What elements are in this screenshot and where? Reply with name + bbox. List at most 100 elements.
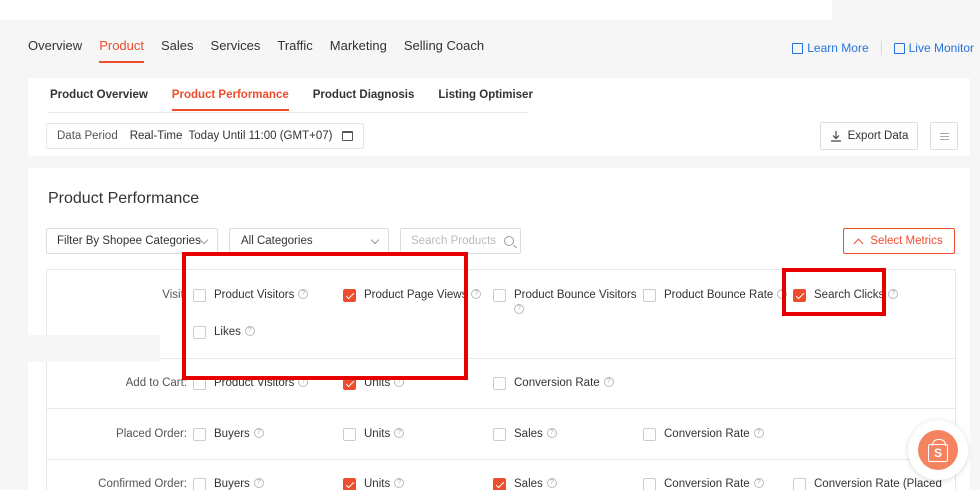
checkbox[interactable] — [793, 478, 806, 490]
tab-services[interactable]: Services — [211, 38, 261, 63]
metric-confirmed-conversion-rate[interactable]: Conversion Rate ? — [643, 478, 764, 490]
metric-search-clicks[interactable]: Search Clicks ? — [793, 289, 899, 302]
metric-label: Buyers — [214, 478, 250, 490]
data-period-picker[interactable]: Data Period Real-Time Today Until 11:00 … — [46, 123, 365, 149]
help-icon[interactable]: ? — [546, 428, 557, 438]
category-select[interactable]: All Categories — [229, 228, 389, 254]
search-placeholder: Search Products — [411, 235, 497, 247]
live-monitor-link[interactable]: Live Monitor — [893, 41, 974, 55]
checkbox-checked[interactable] — [793, 289, 806, 302]
tab-overview[interactable]: Overview — [28, 38, 82, 63]
help-icon[interactable]: ? — [603, 377, 614, 387]
metric-product-visitors[interactable]: Product Visitors ? — [193, 289, 309, 302]
export-data-button[interactable]: Export Data — [820, 122, 918, 150]
menu-icon-line — [939, 138, 949, 140]
metric-cart-conversion-rate[interactable]: Conversion Rate ? — [493, 377, 614, 390]
metric-placed-buyers[interactable]: Buyers ? — [193, 428, 264, 441]
metric-likes[interactable]: Likes ? — [193, 326, 255, 339]
metric-label: Conversion Rate — [514, 377, 600, 389]
metric-confirmed-buyers[interactable]: Buyers ? — [193, 478, 264, 490]
tab-selling-coach[interactable]: Selling Coach — [404, 38, 484, 63]
metric-label: Sales — [514, 428, 543, 440]
checkbox[interactable] — [193, 326, 206, 339]
checkbox[interactable] — [643, 289, 656, 302]
checkbox[interactable] — [493, 428, 506, 441]
checkbox[interactable] — [343, 428, 356, 441]
metric-confirmed-sales[interactable]: Sales ? — [493, 478, 557, 490]
category-filter-dropdown[interactable]: Filter By Shopee Categories — [46, 228, 218, 254]
subtab-product-overview[interactable]: Product Overview — [50, 89, 148, 111]
help-icon[interactable]: ? — [471, 289, 482, 299]
tab-sales[interactable]: Sales — [161, 38, 194, 63]
menu-button[interactable] — [930, 122, 958, 150]
checkbox-checked[interactable] — [343, 478, 356, 490]
metric-placed-sales[interactable]: Sales ? — [493, 428, 557, 441]
tab-marketing[interactable]: Marketing — [330, 38, 387, 63]
data-period-label: Data Period — [57, 130, 118, 142]
help-icon[interactable]: ? — [546, 478, 557, 488]
search-products-input[interactable]: Search Products — [400, 228, 521, 254]
metric-product-page-views[interactable]: Product Page Views ? — [343, 289, 482, 302]
select-metrics-button[interactable]: Select Metrics — [843, 228, 955, 254]
help-icon[interactable]: ? — [244, 326, 255, 336]
help-icon[interactable]: ? — [777, 289, 788, 299]
metric-row-confirmed-order: Confirmed Order: Buyers ? Units ? Sales … — [47, 460, 955, 490]
help-icon[interactable]: ? — [394, 377, 405, 387]
tab-traffic[interactable]: Traffic — [277, 38, 312, 63]
checkbox[interactable] — [643, 478, 656, 490]
learn-more-link[interactable]: Learn More — [792, 41, 869, 55]
chevron-up-icon — [853, 238, 864, 248]
top-links: Learn More Live Monitor — [792, 41, 974, 55]
checkbox[interactable] — [643, 428, 656, 441]
metric-label: Product Bounce Visitors — [514, 289, 637, 301]
metric-confirmed-units[interactable]: Units ? — [343, 478, 405, 490]
subtab-product-performance[interactable]: Product Performance — [171, 89, 289, 111]
checkbox[interactable] — [193, 428, 206, 441]
metric-cart-units[interactable]: Units ? — [343, 377, 405, 390]
checkbox[interactable] — [193, 377, 206, 390]
checkbox-checked[interactable] — [343, 377, 356, 390]
metric-cart-product-visitors[interactable]: Product Visitors ? — [193, 377, 309, 390]
help-icon[interactable]: ? — [298, 289, 309, 299]
metric-label: Units — [364, 478, 391, 490]
metric-placed-conversion-rate[interactable]: Conversion Rate ? — [643, 428, 764, 441]
metric-label: Product Bounce Rate — [664, 289, 774, 301]
calendar-icon — [342, 131, 354, 141]
metric-row-add-to-cart: Add to Cart: Product Visitors ? Units ? … — [47, 359, 955, 409]
checkbox[interactable] — [193, 289, 206, 302]
checkbox[interactable] — [493, 377, 506, 390]
metric-label: Product Page Views — [364, 289, 468, 301]
shopee-chat-button[interactable]: S — [908, 420, 968, 480]
help-icon[interactable]: ? — [514, 304, 524, 314]
subtab-listing-optimiser[interactable]: Listing Optimiser — [438, 89, 533, 111]
help-icon[interactable]: ? — [888, 289, 899, 299]
metric-label: Search Clicks — [814, 289, 885, 301]
help-icon[interactable]: ? — [298, 377, 309, 387]
tab-product[interactable]: Product — [99, 38, 144, 63]
metric-placed-units[interactable]: Units ? — [343, 428, 405, 441]
checkbox-checked[interactable] — [493, 478, 506, 490]
metric-row-visit: Visit: Product Visitors ? Product Page V… — [47, 270, 955, 359]
metric-confirmed-conversion-rate-placed[interactable]: Conversion Rate (Placed — [793, 478, 942, 490]
live-monitor-label: Live Monitor — [908, 41, 974, 55]
checkbox[interactable] — [493, 289, 506, 302]
help-icon[interactable]: ? — [253, 478, 264, 488]
help-icon[interactable]: ? — [753, 428, 764, 438]
learn-more-label: Learn More — [807, 41, 869, 55]
metric-label: Conversion Rate — [664, 428, 750, 440]
search-icon — [504, 236, 515, 246]
metric-label: Units — [364, 377, 391, 389]
help-icon[interactable]: ? — [253, 428, 264, 438]
category-select-value: All Categories — [241, 235, 313, 247]
chevron-down-icon — [370, 235, 380, 245]
row-label: Visit: — [162, 289, 187, 301]
main-nav: Overview Product Sales Services Traffic … — [28, 38, 501, 63]
metric-product-bounce-visitors[interactable]: Product Bounce Visitors ? — [493, 289, 637, 314]
help-icon[interactable]: ? — [394, 478, 405, 488]
subtab-product-diagnosis[interactable]: Product Diagnosis — [313, 89, 415, 111]
metric-product-bounce-rate[interactable]: Product Bounce Rate ? — [643, 289, 788, 302]
checkbox[interactable] — [193, 478, 206, 490]
checkbox-checked[interactable] — [343, 289, 356, 302]
help-icon[interactable]: ? — [394, 428, 405, 438]
help-icon[interactable]: ? — [753, 478, 764, 488]
